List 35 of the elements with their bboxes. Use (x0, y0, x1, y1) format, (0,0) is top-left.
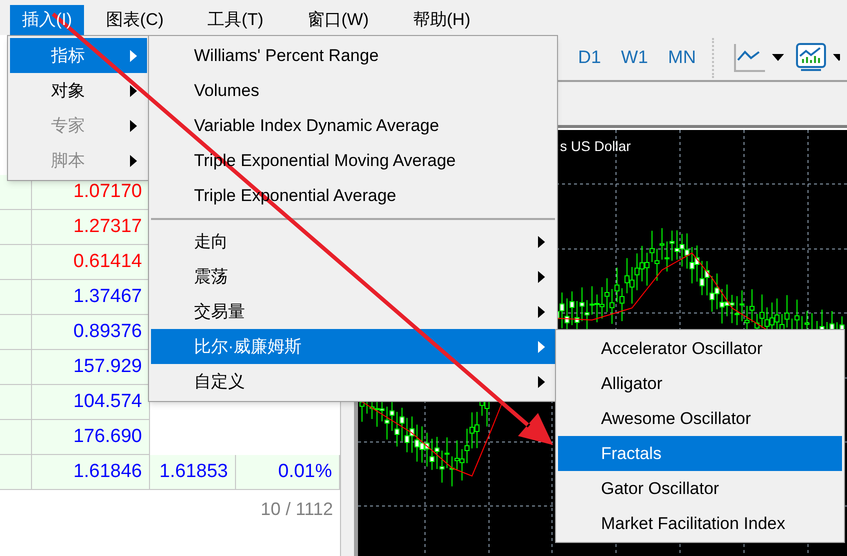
table-cell: 1.61846 (32, 455, 150, 490)
menu-item[interactable]: 指标 (10, 38, 147, 73)
menu-item[interactable]: Gator Oscillator (558, 471, 842, 506)
table-cell: 157.929 (32, 350, 150, 385)
table-cell: 0.01% (236, 455, 340, 490)
menu-item[interactable]: 工具(T) (196, 5, 276, 35)
menu-item[interactable]: Fractals (558, 436, 842, 471)
menu-item[interactable]: 震荡 (151, 259, 555, 294)
menu-item[interactable]: 帮助(H) (400, 5, 482, 35)
table-cell: 0.89376 (32, 315, 150, 350)
menu-item[interactable]: Volumes (151, 73, 555, 108)
item-count: 10 / 1112 (260, 498, 333, 521)
menu-item[interactable]: 对象 (10, 73, 147, 108)
menu-item[interactable]: Williams' Percent Range (151, 38, 555, 73)
menu-item[interactable]: 窗口(W) (295, 5, 381, 35)
table-cell: 104.574 (32, 385, 150, 420)
table-cell: 0.61414 (32, 245, 150, 280)
table-cell: 1.61853 (150, 455, 236, 490)
timeframe-button[interactable]: D1 (578, 44, 602, 71)
menu-item[interactable]: Awesome Oscillator (558, 401, 842, 436)
menu-item[interactable]: Accelerator Oscillator (558, 331, 842, 366)
menu-item[interactable]: 走向 (151, 224, 555, 259)
menu-item[interactable]: 自定义 (151, 364, 555, 399)
menu-item[interactable]: 交易量 (151, 294, 555, 329)
timeframe-button[interactable]: W1 (621, 44, 648, 71)
menu-item[interactable]: 图表(C) (94, 5, 176, 35)
menu-item[interactable]: Alligator (558, 366, 842, 401)
table-cell: 176.690 (32, 420, 150, 455)
chart-title: s US Dollar (560, 137, 631, 156)
table-cell: 1.27317 (32, 210, 150, 245)
menu-item[interactable]: 比尔·威廉姆斯 (151, 329, 555, 364)
menu-item[interactable]: Market Facilitation Index (558, 506, 842, 541)
timeframe-button[interactable]: MN (668, 44, 696, 71)
menu-item[interactable]: Variable Index Dynamic Average (151, 108, 555, 143)
table-cell: 1.37467 (32, 280, 150, 315)
